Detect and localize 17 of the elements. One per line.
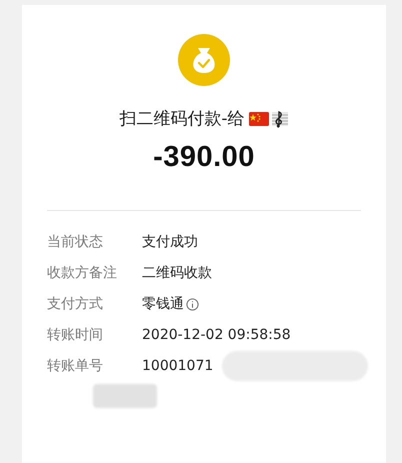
detail-value: 10001071 — [142, 358, 214, 374]
amount: -390.00 — [153, 141, 255, 174]
money-bag-icon — [178, 34, 230, 86]
detail-value: 二维码收款 — [142, 264, 212, 282]
detail-label: 转账单号 — [47, 357, 104, 375]
blurred-patch — [93, 384, 157, 408]
detail-label: 转账时间 — [47, 326, 104, 344]
info-icon[interactable] — [186, 298, 199, 310]
detail-value: 支付成功 — [142, 233, 198, 251]
detail-label: 当前状态 — [47, 233, 104, 251]
flag-icon — [248, 112, 269, 126]
detail-value: 2020-12-02 09:58:58 — [142, 327, 291, 343]
payment-title: 扫二维码付款-给 — [119, 108, 245, 130]
detail-label: 支付方式 — [47, 295, 104, 313]
detail-value: 零钱通 — [142, 295, 184, 313]
music-note-icon — [270, 110, 289, 128]
detail-label: 收款方备注 — [47, 264, 118, 282]
